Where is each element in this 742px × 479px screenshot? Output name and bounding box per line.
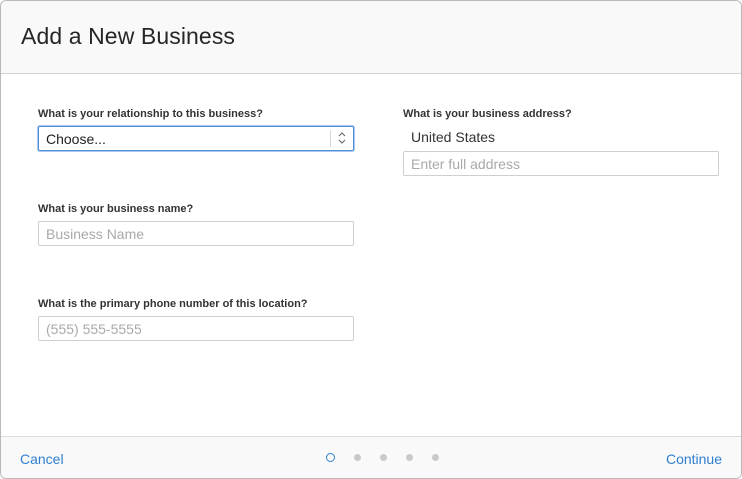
phone-field-wrapper (38, 316, 354, 341)
dialog-header: Add a New Business (1, 1, 741, 74)
address-field-wrapper (403, 151, 719, 176)
address-country[interactable]: United States (411, 129, 495, 145)
dialog-title: Add a New Business (21, 23, 236, 49)
step-dot-2 (354, 454, 361, 461)
dialog-body: What is your relationship to this busine… (1, 74, 741, 436)
step-dot-4 (406, 454, 413, 461)
business-name-label: What is your business name? (38, 203, 194, 215)
phone-input[interactable] (39, 317, 353, 340)
relationship-label: What is your relationship to this busine… (38, 108, 263, 120)
step-dot-1 (326, 453, 335, 462)
select-divider (330, 130, 331, 147)
relationship-select[interactable]: Choose... (38, 126, 354, 151)
address-label: What is your business address? (403, 108, 572, 120)
continue-button[interactable]: Continue (666, 451, 722, 467)
cancel-button[interactable]: Cancel (20, 451, 64, 467)
up-down-chevron-icon (338, 132, 346, 144)
add-business-dialog: Add a New Business What is your relation… (0, 0, 742, 479)
step-dot-5 (432, 454, 439, 461)
dialog-footer: Cancel Continue (1, 436, 741, 478)
address-input[interactable] (404, 152, 718, 175)
phone-label: What is the primary phone number of this… (38, 298, 308, 310)
relationship-selected-value: Choose... (46, 131, 106, 147)
business-name-field-wrapper (38, 221, 354, 246)
step-dot-3 (380, 454, 387, 461)
business-name-input[interactable] (39, 222, 353, 245)
